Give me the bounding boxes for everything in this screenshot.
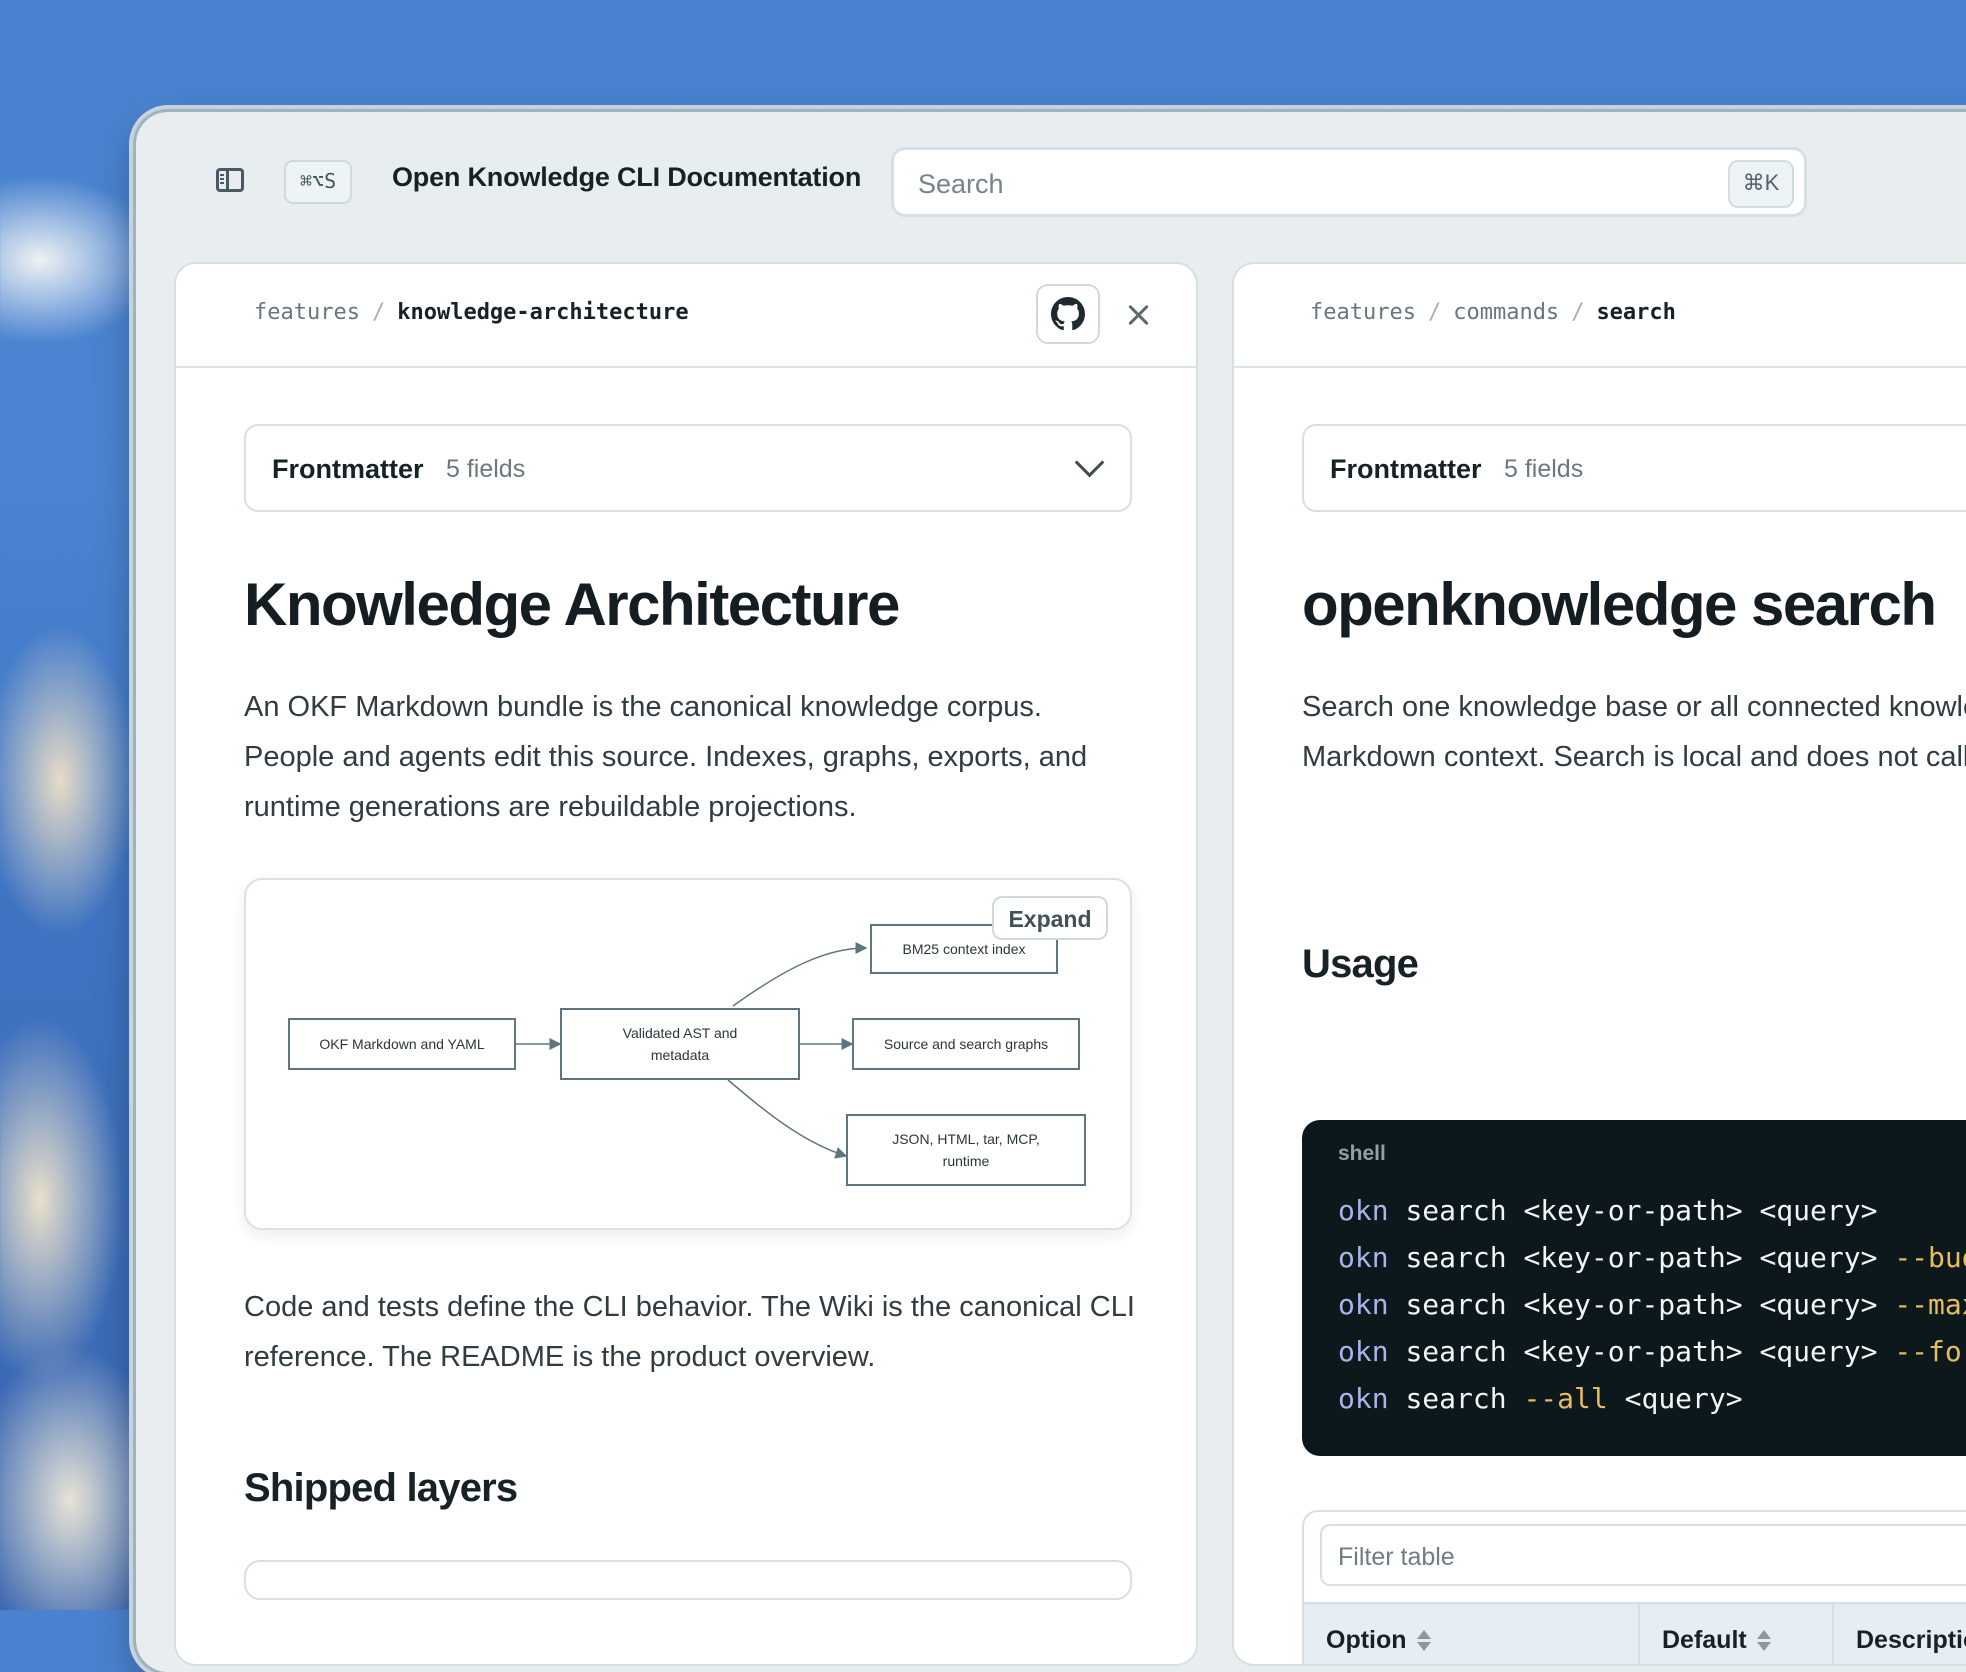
close-pane-icon[interactable] bbox=[1118, 294, 1158, 334]
breadcrumb: features / knowledge-architecture bbox=[254, 300, 689, 325]
breadcrumb-item[interactable]: commands bbox=[1453, 300, 1559, 325]
github-button[interactable] bbox=[1036, 284, 1100, 344]
layers-card bbox=[244, 1560, 1132, 1600]
search-input[interactable]: Search ⌘K bbox=[891, 147, 1807, 217]
doc-pane-right: features / commands / search Frontmatter 5 f… bbox=[1232, 262, 1966, 1666]
shortcut-badge: ⌘⌥S bbox=[284, 160, 353, 204]
breadcrumb-separator: / bbox=[371, 300, 386, 325]
intro-paragraph: Search one knowledge base or all connect… bbox=[1302, 691, 1966, 773]
architecture-diagram: OKF Markdown and YAML Validated AST and … bbox=[244, 878, 1132, 1230]
breadcrumb-separator: / bbox=[1427, 300, 1442, 325]
breadcrumb-current: knowledge-architecture bbox=[397, 300, 689, 325]
expand-diagram-button[interactable]: Expand bbox=[992, 896, 1108, 940]
code-line: okn search <key-or-path> <query> bbox=[1338, 1194, 1878, 1227]
frontmatter-count: 5 fields bbox=[446, 455, 526, 483]
code-line: okn search <key-or-path> <query> --forma… bbox=[1338, 1335, 1966, 1368]
diagram-node-graphs: Source and search graphs bbox=[852, 1018, 1080, 1070]
app-title: Open Knowledge CLI Documentation bbox=[392, 162, 862, 192]
page-title: Knowledge Architecture bbox=[244, 571, 900, 638]
sort-icon bbox=[1416, 1630, 1431, 1652]
breadcrumb-item[interactable]: features bbox=[1310, 300, 1416, 325]
outro-paragraph: Code and tests define the CLI behavior. … bbox=[244, 1291, 1135, 1373]
sort-icon bbox=[1756, 1630, 1771, 1652]
sidebar-toggle-icon[interactable] bbox=[216, 168, 244, 192]
breadcrumb-item[interactable]: features bbox=[254, 300, 360, 325]
search-placeholder: Search bbox=[918, 169, 1004, 199]
frontmatter-label: Frontmatter bbox=[272, 454, 424, 484]
code-line: okn search <key-or-path> <query> --budge… bbox=[1338, 1241, 1966, 1274]
app-window: ⌘⌥S Open Knowledge CLI Documentation Sea… bbox=[136, 112, 1966, 1672]
doc-pane-left: features / knowledge-architecture Frontmat… bbox=[174, 262, 1198, 1666]
pane-header: features / commands / search bbox=[1234, 264, 1966, 368]
frontmatter-label: Frontmatter bbox=[1330, 454, 1482, 484]
diagram-node-source: OKF Markdown and YAML bbox=[288, 1018, 516, 1070]
intro-paragraph: An OKF Markdown bundle is the canonical … bbox=[244, 691, 1088, 823]
table-header: Option Default Description bbox=[1304, 1602, 1966, 1664]
diagram-node-ast: Validated AST and metadata bbox=[560, 1008, 800, 1080]
github-icon bbox=[1051, 297, 1085, 331]
chevron-down-icon bbox=[1074, 447, 1105, 478]
pane-header: features / knowledge-architecture bbox=[176, 264, 1196, 368]
filter-table-input[interactable]: Filter table bbox=[1320, 1524, 1966, 1586]
breadcrumb-current: search bbox=[1596, 300, 1676, 325]
options-table: Filter table Option Default Description bbox=[1302, 1510, 1966, 1664]
frontmatter-count: 5 fields bbox=[1504, 455, 1584, 483]
diagram-node-exports: JSON, HTML, tar, MCP, runtime bbox=[846, 1114, 1086, 1186]
section-heading: Shipped layers bbox=[244, 1466, 518, 1510]
code-line: okn search --all <query> bbox=[1338, 1382, 1743, 1415]
frontmatter-toggle[interactable]: Frontmatter 5 fields bbox=[1302, 424, 1966, 512]
top-bar: ⌘⌥S Open Knowledge CLI Documentation Sea… bbox=[136, 112, 1966, 252]
breadcrumb: features / commands / search bbox=[1310, 300, 1676, 325]
usage-heading: Usage bbox=[1302, 942, 1419, 986]
filter-placeholder: Filter table bbox=[1338, 1543, 1455, 1571]
column-header-option[interactable]: Option bbox=[1304, 1604, 1640, 1664]
code-line: okn search <key-or-path> <query> --max bbox=[1338, 1288, 1966, 1321]
code-language-label: shell bbox=[1338, 1142, 1386, 1165]
search-shortcut-badge: ⌘K bbox=[1728, 160, 1794, 208]
frontmatter-toggle[interactable]: Frontmatter 5 fields bbox=[244, 424, 1132, 512]
page-title: openknowledge search bbox=[1302, 571, 1937, 638]
breadcrumb-separator: / bbox=[1571, 300, 1585, 325]
column-header-description[interactable]: Description bbox=[1834, 1604, 1966, 1664]
column-header-default[interactable]: Default bbox=[1640, 1604, 1834, 1664]
code-block: shell okn search <key-or-path> <query> o… bbox=[1302, 1120, 1966, 1456]
